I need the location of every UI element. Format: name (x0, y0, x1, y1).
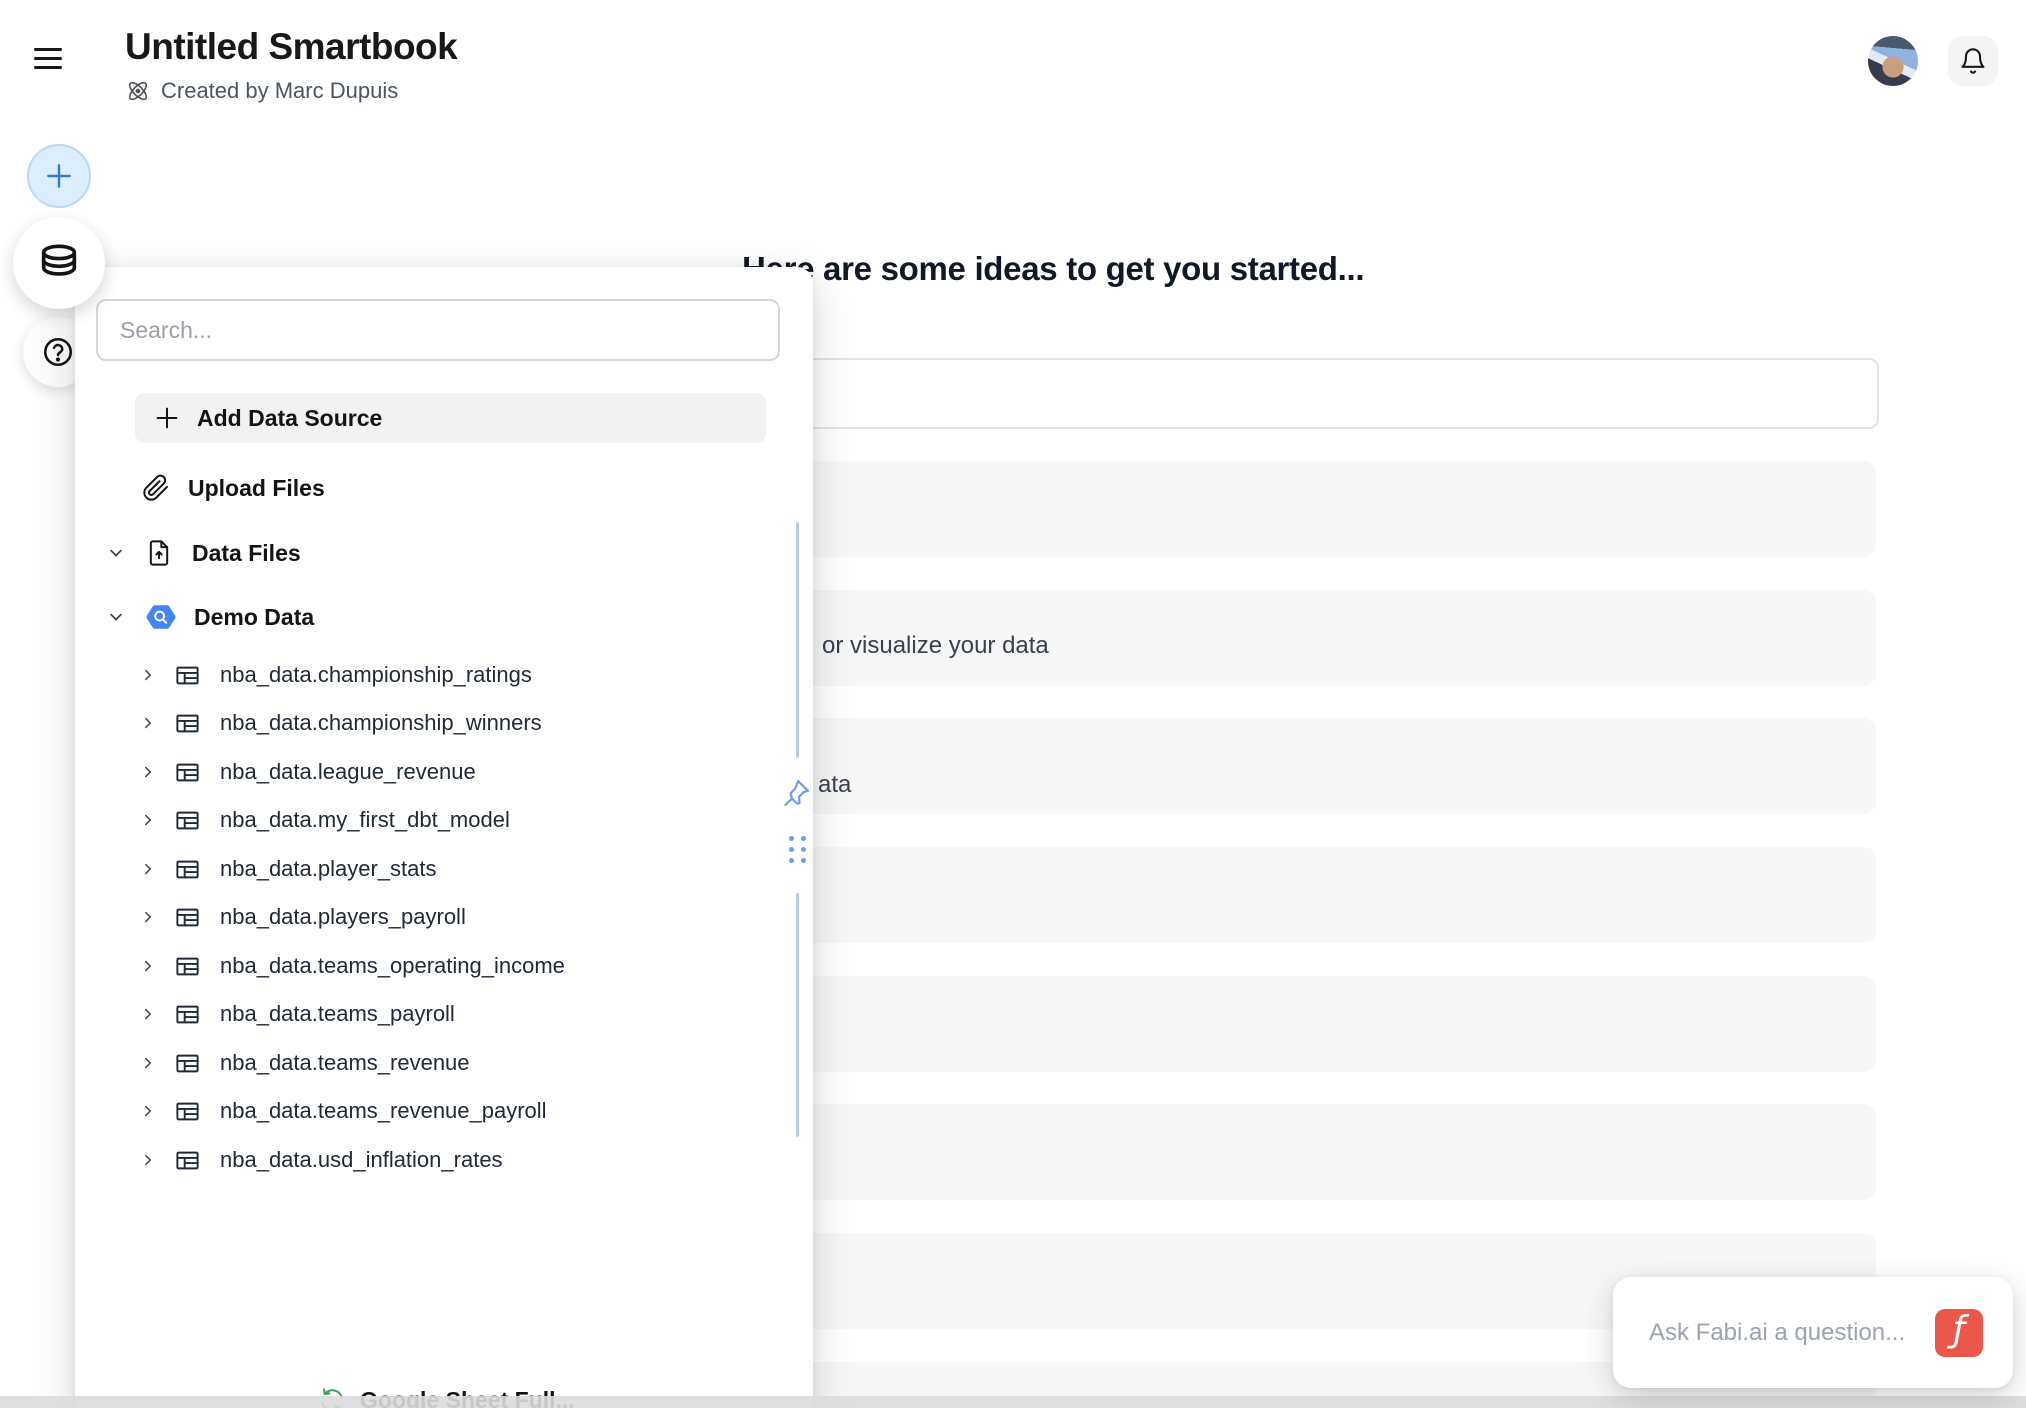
table-item[interactable]: nba_data.championship_ratings (137, 658, 532, 692)
page-heading: Here are some ideas to get you started..… (742, 250, 1364, 288)
fabi-logo-icon: ƒ (1953, 1312, 1966, 1348)
file-upload-icon (145, 539, 173, 567)
chevron-right-icon[interactable] (137, 1054, 159, 1072)
search-input[interactable] (96, 299, 780, 361)
fabi-send-button[interactable]: ƒ (1935, 1309, 1983, 1357)
upload-files-button[interactable]: Upload Files (142, 470, 325, 506)
panel-edge-scrollbar[interactable] (796, 522, 799, 758)
table-icon (174, 1098, 201, 1125)
chevron-right-icon[interactable] (137, 811, 159, 829)
table-item[interactable]: nba_data.player_stats (137, 852, 437, 886)
table-icon (174, 1147, 201, 1174)
table-icon (174, 759, 201, 786)
chevron-right-icon[interactable] (137, 860, 159, 878)
prompt-input-card[interactable] (752, 358, 1879, 429)
idea-card[interactable]: ata (752, 718, 1876, 814)
chevron-right-icon[interactable] (137, 1005, 159, 1023)
idea-card[interactable] (752, 461, 1876, 557)
table-item[interactable]: nba_data.my_first_dbt_model (137, 803, 510, 837)
chevron-right-icon[interactable] (137, 714, 159, 732)
table-item[interactable]: nba_data.teams_operating_income (137, 949, 565, 983)
database-icon (36, 240, 82, 286)
ask-fabi-input[interactable]: Ask Fabi.ai a question... (1649, 1319, 1935, 1347)
table-item[interactable]: nba_data.usd_inflation_rates (137, 1143, 503, 1177)
bigquery-icon (145, 601, 177, 633)
panel-edge-scrollbar[interactable] (796, 893, 799, 1137)
table-icon (174, 1001, 201, 1028)
app-window: Here are some ideas to get you started..… (0, 0, 2026, 1408)
table-item[interactable]: nba_data.league_revenue (137, 755, 476, 789)
data-sources-button[interactable] (13, 217, 105, 309)
add-cell-button[interactable] (27, 144, 91, 208)
table-item[interactable]: nba_data.teams_revenue_payroll (137, 1094, 547, 1128)
table-item[interactable]: nba_data.teams_revenue (137, 1046, 470, 1080)
section-data-files[interactable]: Data Files (105, 535, 301, 571)
add-data-source-button[interactable]: Add Data Source (135, 393, 766, 443)
idea-card[interactable] (752, 1104, 1876, 1200)
plus-icon (43, 160, 75, 192)
table-icon (174, 953, 201, 980)
data-files-label: Data Files (192, 540, 301, 567)
chevron-down-icon[interactable] (105, 543, 127, 563)
help-icon (41, 335, 75, 369)
idea-card[interactable] (752, 976, 1876, 1072)
idea-card-text: ata (818, 771, 851, 799)
data-sources-panel: Add Data Source Upload Files (75, 267, 813, 1408)
table-icon (174, 904, 201, 931)
table-icon (174, 1050, 201, 1077)
table-item[interactable]: nba_data.teams_payroll (137, 997, 455, 1031)
table-icon (174, 710, 201, 737)
chevron-right-icon[interactable] (137, 957, 159, 975)
ask-fabi-bubble[interactable]: Ask Fabi.ai a question... ƒ (1613, 1277, 2013, 1388)
pin-panel-icon[interactable] (779, 776, 813, 810)
drag-handle-icon[interactable] (787, 834, 807, 864)
idea-card[interactable] (752, 847, 1876, 943)
paperclip-icon (142, 474, 170, 502)
viewport-bottom-strip (0, 1396, 2026, 1408)
chevron-right-icon[interactable] (137, 1151, 159, 1169)
idea-card-text: or visualize your data (822, 632, 1049, 660)
idea-card[interactable]: or visualize your data (752, 590, 1876, 686)
add-data-source-label: Add Data Source (197, 405, 382, 432)
table-icon (174, 807, 201, 834)
chevron-down-icon[interactable] (105, 607, 127, 627)
table-icon (174, 856, 201, 883)
chevron-right-icon[interactable] (137, 1102, 159, 1120)
chevron-right-icon[interactable] (137, 908, 159, 926)
table-item[interactable]: nba_data.championship_winners (137, 706, 542, 740)
chevron-right-icon[interactable] (137, 763, 159, 781)
demo-data-label: Demo Data (194, 604, 314, 631)
upload-files-label: Upload Files (188, 475, 325, 502)
plus-icon (152, 403, 182, 433)
section-demo-data[interactable]: Demo Data (105, 599, 314, 635)
table-icon (174, 662, 201, 689)
chevron-right-icon[interactable] (137, 666, 159, 684)
table-item[interactable]: nba_data.players_payroll (137, 900, 466, 934)
